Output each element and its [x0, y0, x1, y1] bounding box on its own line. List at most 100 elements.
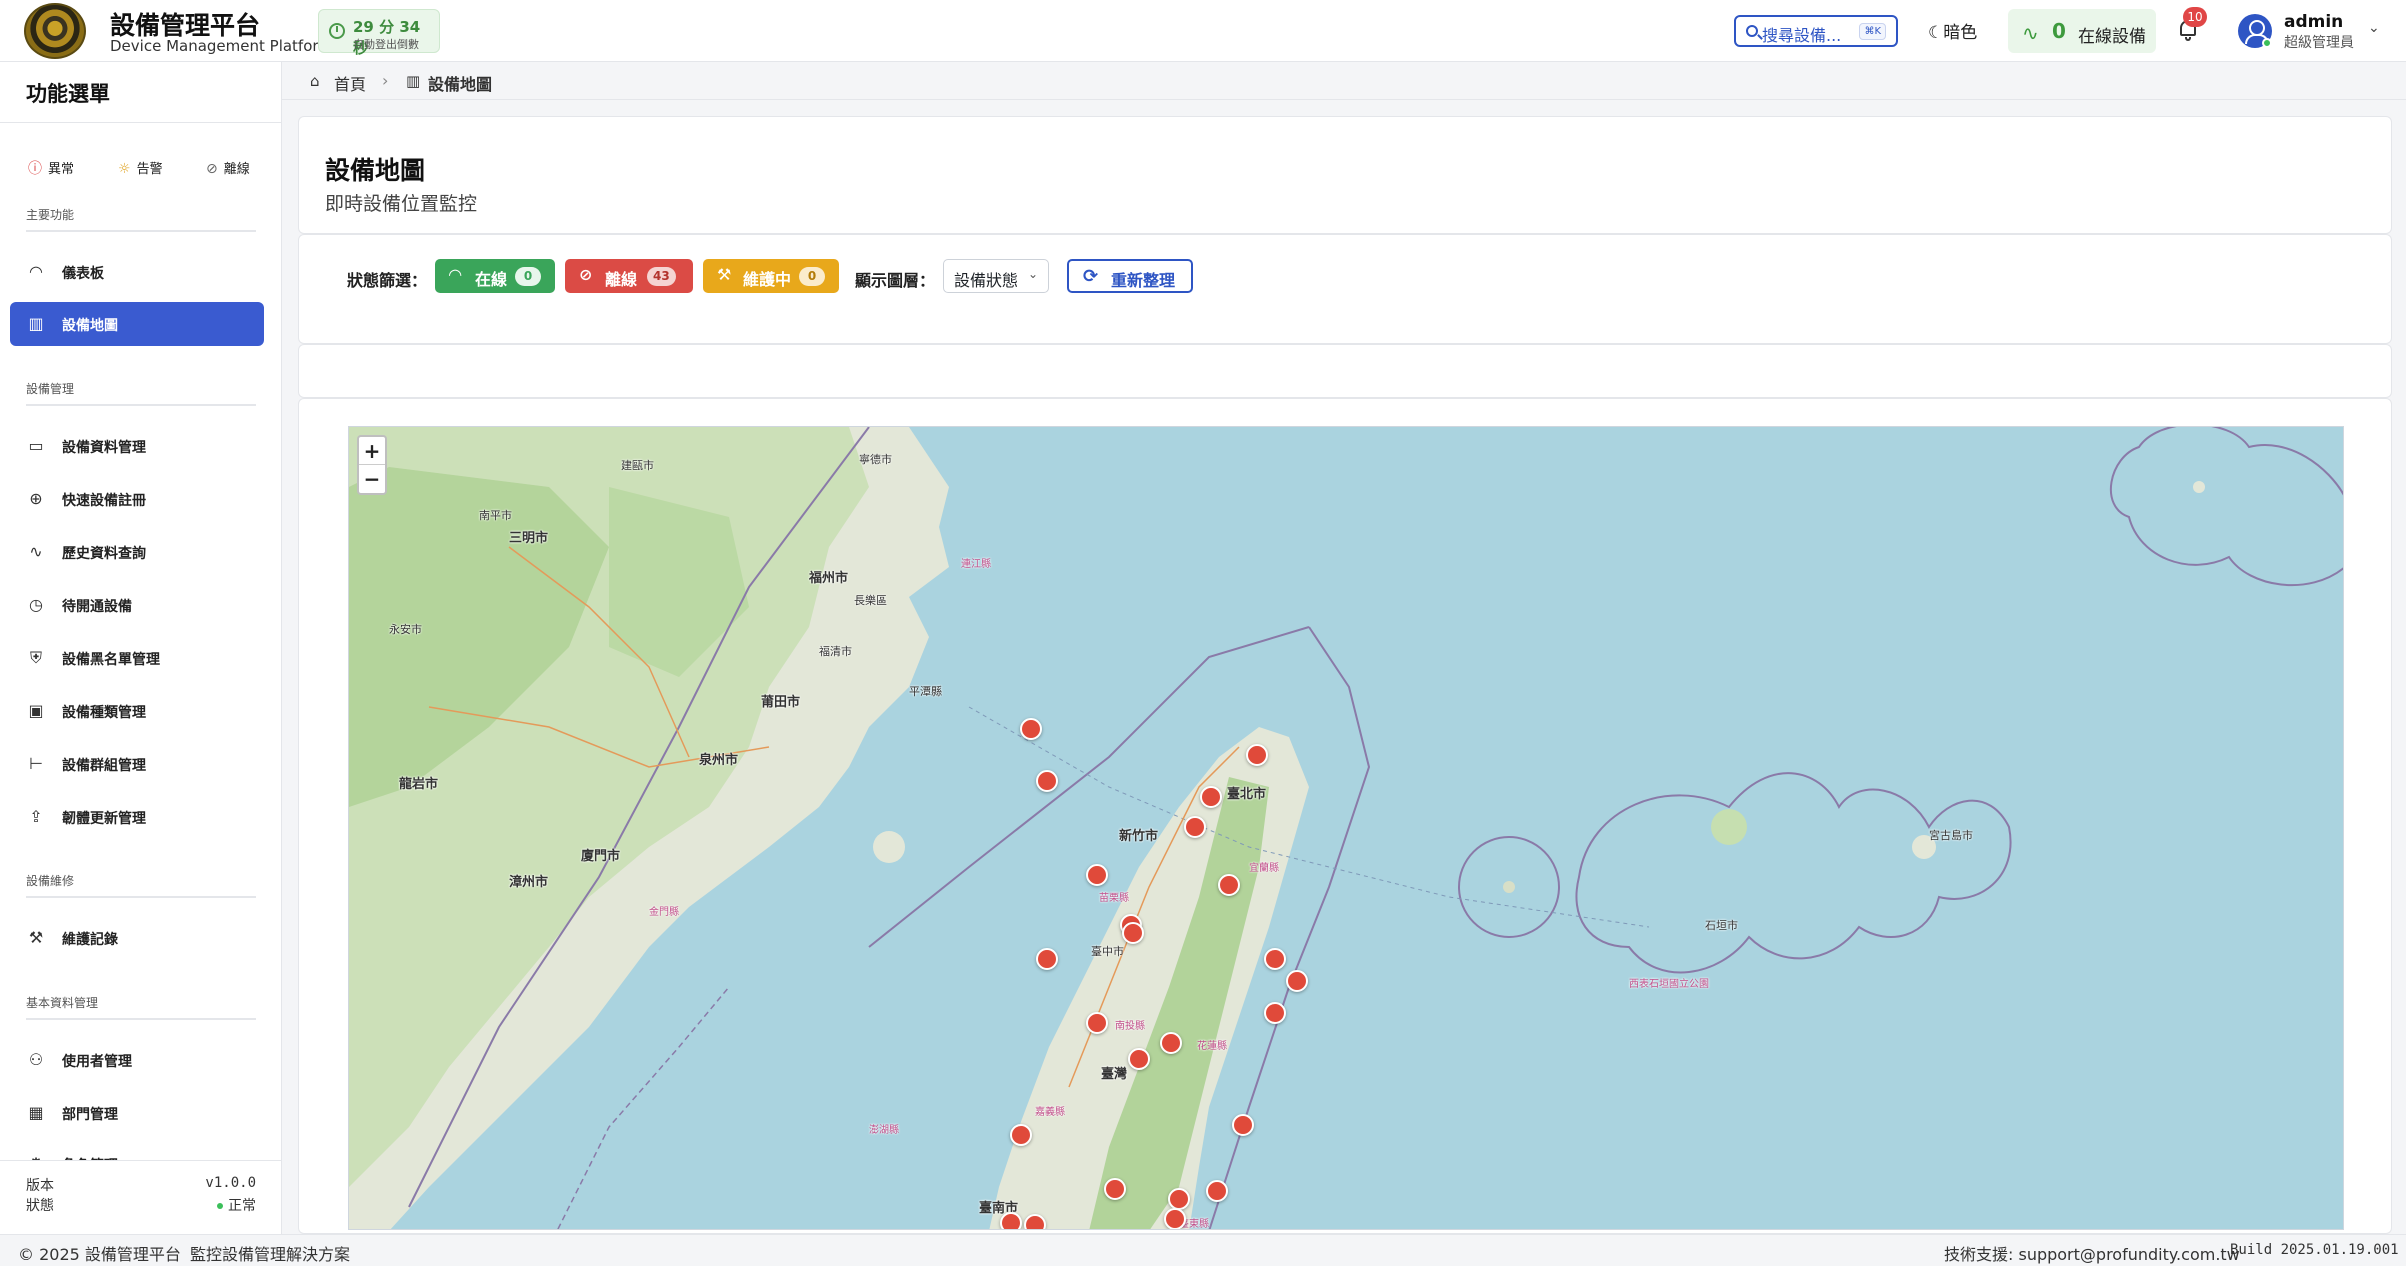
sidebar-item-label: 設備群組管理 — [62, 758, 146, 774]
divider — [26, 896, 256, 898]
footer-copyright: © 2025 設備管理平台 — [18, 1245, 181, 1264]
sidebar-item-dashboard[interactable]: ◠ 儀表板 — [10, 250, 264, 294]
chevron-down-icon[interactable]: ⌄ — [2368, 20, 2380, 36]
wifi-icon: ◠ — [449, 265, 462, 284]
theme-toggle[interactable]: ☾暗色 — [1928, 18, 1977, 43]
chip-label: 在線 — [475, 270, 508, 289]
device-marker-offline[interactable] — [1128, 1048, 1150, 1070]
device-marker-offline[interactable] — [1010, 1124, 1032, 1146]
sidebar-item-device-data[interactable]: ▭ 設備資料管理 — [10, 424, 264, 468]
sidebar-footer: 版本 v1.0.0 狀態 正常 — [0, 1160, 281, 1234]
device-marker-offline[interactable] — [1168, 1188, 1190, 1210]
device-marker-offline[interactable] — [1000, 1212, 1022, 1229]
status-value: 正常 — [217, 1195, 256, 1215]
device-marker-offline[interactable] — [1164, 1208, 1186, 1229]
device-marker-offline[interactable] — [1232, 1114, 1254, 1136]
sidebar-item-departments[interactable]: ▦ 部門管理 — [10, 1091, 264, 1135]
device-marker-offline[interactable] — [1036, 770, 1058, 792]
device-marker-offline[interactable] — [1086, 864, 1108, 886]
sidebar-item-device-types[interactable]: ▣ 設備種類管理 — [10, 689, 264, 733]
user-role: 超級管理員 — [2284, 35, 2354, 51]
device-map[interactable]: + − 建甌市 寧德市 南平市 三明市 福州市 長樂區 福清市 平潭縣 莆田市 … — [348, 426, 2344, 1230]
search-button[interactable]: 搜尋設備... ⌘K — [1734, 15, 1898, 47]
chip-icon: ▣ — [28, 701, 44, 720]
shortcut-hint: ⌘K — [1859, 23, 1886, 40]
sidebar-item-label: 設備種類管理 — [62, 705, 146, 721]
sidebar-item-blacklist[interactable]: ⛨ 設備黑名單管理 — [10, 636, 264, 680]
sidebar-item-pending[interactable]: ◷ 待開通設備 — [10, 583, 264, 627]
map-label: 嘉義縣 — [1035, 1107, 1065, 1118]
device-marker-offline[interactable] — [1218, 874, 1240, 896]
device-marker-offline[interactable] — [1206, 1180, 1228, 1202]
sidebar-item-history[interactable]: ∿ 歷史資料查詢 — [10, 530, 264, 574]
device-marker-offline[interactable] — [1286, 970, 1308, 992]
top-header: 設備管理平台 Device Management Platform 29 分 3… — [0, 0, 2406, 62]
sidebar-item-firmware[interactable]: ⇪ 韌體更新管理 — [10, 795, 264, 839]
map-label: 臺灣 — [1101, 1067, 1128, 1082]
sidebar-item-users[interactable]: ⚇ 使用者管理 — [10, 1038, 264, 1082]
map-label: 龍岩市 — [399, 777, 439, 792]
sidebar-item-label: 使用者管理 — [62, 1054, 132, 1070]
sidebar-title: 功能選單 — [26, 82, 110, 106]
zoom-in-button[interactable]: + — [359, 437, 385, 465]
device-marker-offline[interactable] — [1200, 786, 1222, 808]
device-marker-offline[interactable] — [1036, 948, 1058, 970]
device-marker-offline[interactable] — [1122, 922, 1144, 944]
divider — [26, 230, 256, 232]
filter-chip-online[interactable]: ◠ 在線 0 — [435, 259, 555, 293]
refresh-label: 重新整理 — [1111, 271, 1176, 290]
map-base — [349, 427, 2343, 1229]
section-title: 設備維修 — [26, 874, 75, 888]
filter-chip-offline[interactable]: ⊘ 離線 43 — [565, 259, 693, 293]
layer-select[interactable]: 設備狀態 ⌄ — [943, 259, 1049, 293]
section-title: 基本資料管理 — [26, 996, 99, 1010]
version-label: 版本 — [26, 1178, 54, 1194]
quick-filter-abnormal[interactable]: ⓘ 異常 — [28, 158, 74, 178]
device-marker-offline[interactable] — [1024, 1214, 1046, 1229]
filter-chip-maintenance[interactable]: ⚒ 維護中 0 — [703, 259, 839, 293]
chevron-right-icon: › — [382, 71, 389, 90]
home-icon[interactable]: ⌂ — [310, 72, 320, 90]
sidebar-item-quick-register[interactable]: ⊕ 快速設備註冊 — [10, 477, 264, 521]
online-label: 在線設備 — [2078, 27, 2146, 47]
device-marker-offline[interactable] — [1104, 1178, 1126, 1200]
breadcrumb-current: 設備地圖 — [428, 75, 493, 94]
plus-circle-icon: ⊕ — [29, 489, 43, 508]
clock-icon: ◷ — [29, 595, 43, 614]
page-header-card: 設備地圖 即時設備位置監控 — [298, 116, 2392, 234]
device-marker-offline[interactable] — [1264, 948, 1286, 970]
map-label: 廈門市 — [581, 849, 621, 864]
version-value: v1.0.0 — [205, 1175, 256, 1191]
footer-support[interactable]: 技術支援: support@profundity.com.tw — [1944, 1241, 2240, 1265]
online-devices-indicator[interactable]: ∿ 0 在線設備 — [2008, 9, 2156, 53]
sidebar-item-label: 儀表板 — [62, 266, 104, 282]
sidebar-item-label: 歷史資料查詢 — [62, 546, 146, 562]
device-marker-offline[interactable] — [1246, 744, 1268, 766]
spacer-card — [298, 344, 2392, 398]
sidebar-item-label: 設備黑名單管理 — [62, 652, 160, 668]
shield-icon: ⛨ — [29, 648, 42, 667]
sidebar-item-maintenance[interactable]: ⚒ 維護記錄 — [10, 916, 264, 960]
device-marker-offline[interactable] — [1264, 1002, 1286, 1024]
quick-filter-warning[interactable]: ☼ 告警 — [118, 158, 163, 177]
sidebar-item-device-groups[interactable]: ⊢ 設備群組管理 — [10, 742, 264, 786]
map-label: 南投縣 — [1115, 1021, 1145, 1032]
sidebar: 功能選單 ⓘ 異常 ☼ 告警 ⊘ 離線 主要功能 ◠ 儀表板 ▥ 設備地圖 設備管理 ▭ 設… — [0, 62, 282, 1234]
map-label: 南平市 — [479, 509, 512, 522]
sidebar-item-label: 維護記錄 — [62, 932, 118, 948]
quick-filter-offline[interactable]: ⊘ 離線 — [206, 158, 250, 177]
device-marker-offline[interactable] — [1184, 816, 1206, 838]
map-label: 臺中市 — [1091, 945, 1124, 958]
refresh-button[interactable]: ⟳ 重新整理 — [1067, 259, 1193, 293]
map-label: 連江縣 — [961, 559, 991, 570]
device-marker-offline[interactable] — [1086, 1012, 1108, 1034]
filter-label: 狀態篩選： — [347, 271, 428, 290]
device-marker-offline[interactable] — [1020, 718, 1042, 740]
user-name[interactable]: admin — [2284, 12, 2343, 32]
device-marker-offline[interactable] — [1160, 1032, 1182, 1054]
breadcrumb-home[interactable]: 首頁 — [334, 71, 366, 95]
zoom-control: + − — [357, 435, 387, 495]
refresh-icon: ⟳ — [1083, 266, 1099, 287]
sidebar-item-device-map[interactable]: ▥ 設備地圖 — [10, 302, 264, 346]
zoom-out-button[interactable]: − — [359, 465, 385, 493]
